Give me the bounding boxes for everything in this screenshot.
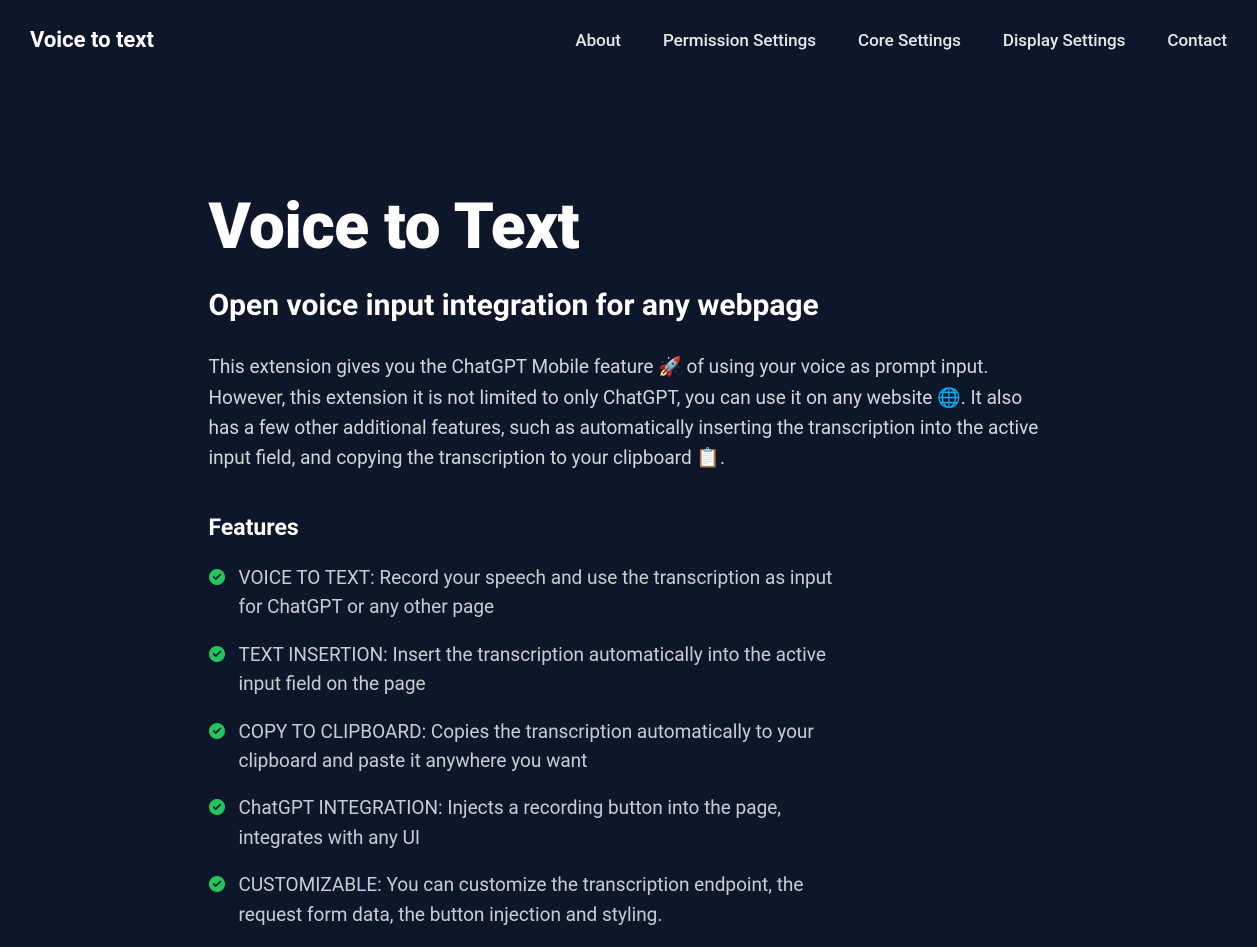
nav-display-settings[interactable]: Display Settings: [1003, 31, 1126, 51]
list-item: VOICE TO TEXT: Record your speech and us…: [209, 563, 1049, 622]
feature-text: ChatGPT INTEGRATION: Injects a recording…: [239, 793, 859, 852]
list-item: ChatGPT INTEGRATION: Injects a recording…: [209, 793, 1049, 852]
check-icon: [209, 646, 225, 662]
list-item: COPY TO CLIPBOARD: Copies the transcript…: [209, 717, 1049, 776]
main-nav: About Permission Settings Core Settings …: [575, 31, 1227, 51]
feature-text: VOICE TO TEXT: Record your speech and us…: [239, 563, 859, 622]
feature-text: TEXT INSERTION: Insert the transcription…: [239, 640, 859, 699]
page-subtitle: Open voice input integration for any web…: [209, 288, 1049, 324]
intro-paragraph: This extension gives you the ChatGPT Mob…: [209, 352, 1049, 474]
check-icon: [209, 876, 225, 892]
nav-contact[interactable]: Contact: [1167, 31, 1227, 51]
logo[interactable]: Voice to text: [30, 28, 154, 53]
features-heading: Features: [209, 514, 1049, 541]
list-item: TEXT INSERTION: Insert the transcription…: [209, 640, 1049, 699]
main-content: Voice to Text Open voice input integrati…: [209, 53, 1049, 929]
feature-text: CUSTOMIZABLE: You can customize the tran…: [239, 870, 859, 929]
list-item: CUSTOMIZABLE: You can customize the tran…: [209, 870, 1049, 929]
check-icon: [209, 799, 225, 815]
page-title: Voice to Text: [209, 193, 1049, 260]
nav-about[interactable]: About: [575, 31, 621, 51]
nav-core-settings[interactable]: Core Settings: [858, 31, 961, 51]
check-icon: [209, 723, 225, 739]
feature-text: COPY TO CLIPBOARD: Copies the transcript…: [239, 717, 859, 776]
page-header: Voice to text About Permission Settings …: [0, 0, 1257, 53]
nav-permission-settings[interactable]: Permission Settings: [663, 31, 816, 51]
check-icon: [209, 569, 225, 585]
features-list: VOICE TO TEXT: Record your speech and us…: [209, 563, 1049, 929]
